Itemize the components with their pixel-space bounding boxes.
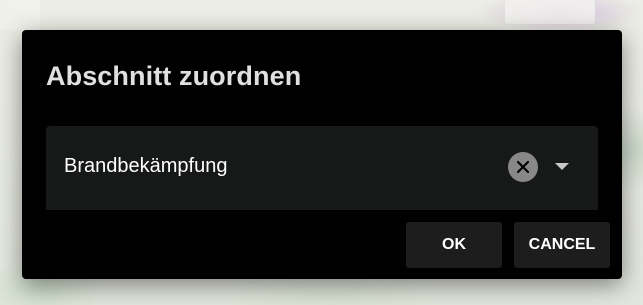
clear-icon[interactable] [508, 152, 538, 182]
cancel-button[interactable]: CANCEL [514, 222, 610, 268]
ok-button[interactable]: OK [406, 222, 502, 268]
assign-section-dialog: Abschnitt zuordnen Brandbekämpfung OK CA… [22, 30, 622, 279]
chevron-down-icon[interactable] [552, 156, 572, 178]
section-select[interactable]: Brandbekämpfung [46, 126, 598, 210]
dialog-title: Abschnitt zuordnen [46, 61, 302, 91]
select-value: Brandbekämpfung [64, 155, 228, 177]
